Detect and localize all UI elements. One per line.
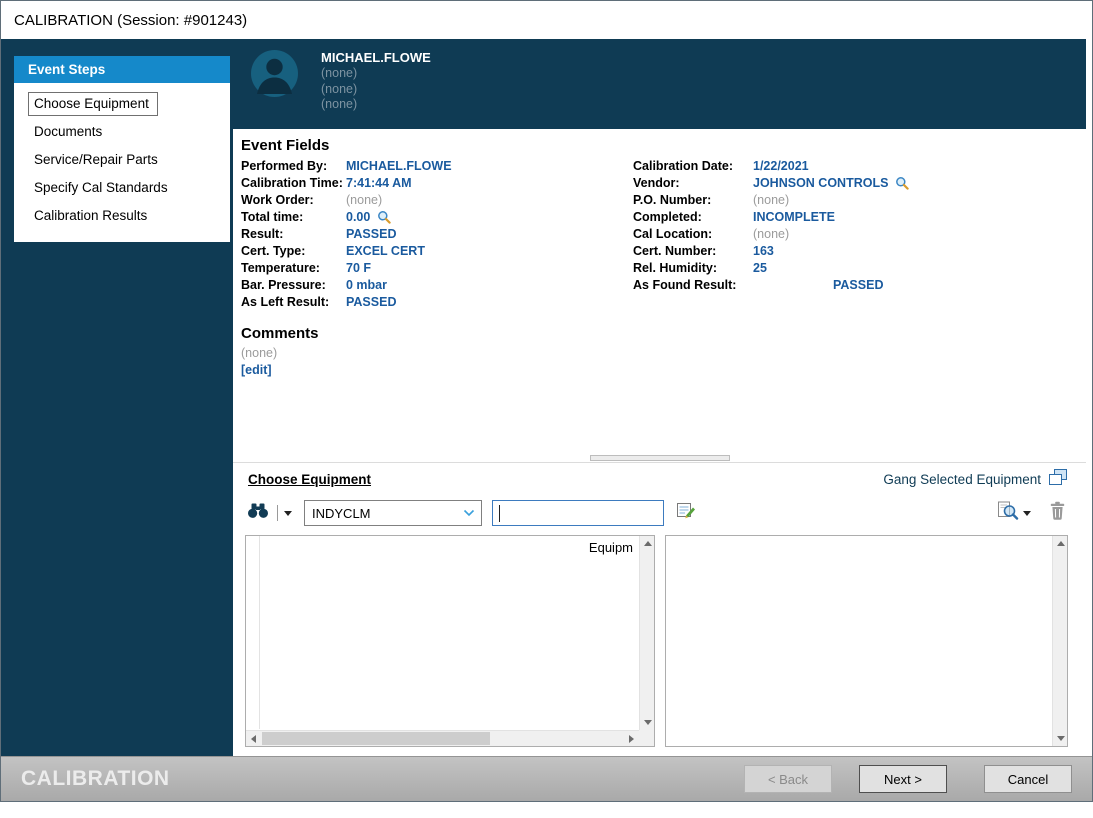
scroll-up-button[interactable] xyxy=(640,536,655,551)
left-list-horizontal-scrollbar[interactable] xyxy=(246,730,639,746)
field-total-time: Total time: 0.00 xyxy=(241,208,633,225)
field-rel-humidity: Rel. Humidity: 25 xyxy=(633,259,1086,276)
edit-form-icon xyxy=(676,501,696,525)
comments-edit-link[interactable]: [edit] xyxy=(241,362,272,378)
chevron-down-icon xyxy=(284,511,292,516)
comments-section: Comments (none) [edit] xyxy=(241,325,1086,379)
equipment-filter-combobox[interactable]: INDYCLM xyxy=(304,500,482,526)
event-steps-header: Event Steps xyxy=(14,56,230,83)
equipment-search-box xyxy=(492,500,664,526)
banner-user-name: MICHAEL.FLOWE xyxy=(321,50,431,66)
sidebar-item-service-repair-parts[interactable]: Service/Repair Parts xyxy=(17,146,227,174)
field-as-found-result: As Found Result: PASSED xyxy=(633,276,1086,293)
wizard-footer: CALIBRATION < Back Next > Cancel xyxy=(1,756,1092,801)
chevron-down-icon xyxy=(1023,511,1031,516)
choose-equipment-title: Choose Equipment xyxy=(248,472,371,487)
sidebar-item-specify-cal-standards[interactable]: Specify Cal Standards xyxy=(17,174,227,202)
banner-line-1: (none) xyxy=(321,66,431,82)
equipment-results-list[interactable]: Equipm xyxy=(245,535,655,747)
equipment-toolbar: INDYCLM xyxy=(245,499,1068,527)
document-magnifier-icon xyxy=(996,501,1019,525)
field-bar-pressure: Bar. Pressure: 0 mbar xyxy=(241,276,633,293)
field-cal-location: Cal Location: (none) xyxy=(633,225,1086,242)
field-performed-by: Performed By: MICHAEL.FLOWE xyxy=(241,157,633,174)
next-button[interactable]: Next > xyxy=(859,765,947,793)
sidebar-item-calibration-results[interactable]: Calibration Results xyxy=(17,202,227,230)
scrollbar-corner xyxy=(639,730,654,746)
find-button[interactable] xyxy=(245,500,271,526)
horizontal-scroll-thumb[interactable] xyxy=(262,732,490,745)
event-steps-list: Choose Equipment Documents Service/Repai… xyxy=(14,83,230,242)
field-as-left-result: As Left Result: PASSED xyxy=(241,293,633,310)
scroll-down-button[interactable] xyxy=(640,715,655,730)
gang-selected-equipment-button[interactable]: Gang Selected Equipment xyxy=(883,468,1068,490)
binoculars-icon xyxy=(247,502,269,524)
find-split-separator xyxy=(277,505,278,521)
field-cert-number: Cert. Number: 163 xyxy=(633,242,1086,259)
text-caret xyxy=(499,505,500,522)
back-button[interactable]: < Back xyxy=(744,765,832,793)
calibration-window: CALIBRATION (Session: #901243) Event Ste… xyxy=(0,0,1093,802)
cancel-button[interactable]: Cancel xyxy=(984,765,1072,793)
banner-line-2: (none) xyxy=(321,82,431,98)
gang-windows-icon xyxy=(1048,468,1068,490)
field-temperature: Temperature: 70 F xyxy=(241,259,633,276)
scroll-left-button[interactable] xyxy=(246,731,261,746)
field-calibration-date: Calibration Date: 1/22/2021 xyxy=(633,157,1086,174)
left-list-vertical-scrollbar[interactable] xyxy=(639,536,654,730)
column-divider xyxy=(259,536,260,729)
footer-brand: CALIBRATION xyxy=(21,767,744,791)
splitter-grip[interactable] xyxy=(590,455,730,461)
preview-equipment-button[interactable] xyxy=(994,499,1021,527)
field-calibration-time: Calibration Time: 7:41:44 AM xyxy=(241,174,633,191)
avatar xyxy=(250,49,299,103)
comments-title: Comments xyxy=(241,325,1086,342)
preview-dropdown-button[interactable] xyxy=(1021,509,1033,518)
field-work-order: Work Order: (none) xyxy=(241,191,633,208)
user-banner: MICHAEL.FLOWE (none) (none) (none) xyxy=(233,39,1086,129)
edit-list-button[interactable] xyxy=(674,499,698,527)
field-vendor: Vendor: JOHNSON CONTROLS xyxy=(633,174,1086,191)
total-time-lookup-icon[interactable] xyxy=(377,210,391,224)
window-title: CALIBRATION (Session: #901243) xyxy=(14,12,247,29)
field-result: Result: PASSED xyxy=(241,225,633,242)
title-bar: CALIBRATION (Session: #901243) xyxy=(1,1,1092,39)
combo-chevron-down-icon xyxy=(457,509,481,517)
horizontal-splitter[interactable] xyxy=(233,453,1086,463)
right-list-vertical-scrollbar[interactable] xyxy=(1052,536,1067,746)
event-fields-title: Event Fields xyxy=(241,137,1086,154)
scroll-up-button[interactable] xyxy=(1053,536,1068,551)
gang-label: Gang Selected Equipment xyxy=(883,472,1041,487)
equipment-search-input[interactable] xyxy=(493,501,663,525)
scroll-right-button[interactable] xyxy=(624,731,639,746)
vendor-lookup-icon[interactable] xyxy=(895,176,909,190)
delete-equipment-button[interactable] xyxy=(1047,499,1068,527)
equipment-column-header: Equipm xyxy=(589,540,633,555)
trash-icon xyxy=(1049,501,1066,525)
sidebar-item-documents[interactable]: Documents xyxy=(17,118,227,146)
find-dropdown-button[interactable] xyxy=(282,509,294,518)
choose-equipment-panel: Choose Equipment Gang Selected Equipment xyxy=(233,463,1086,756)
field-cert-type: Cert. Type: EXCEL CERT xyxy=(241,242,633,259)
filter-selected-value: INDYCLM xyxy=(305,506,457,521)
banner-line-3: (none) xyxy=(321,97,431,113)
comments-value: (none) xyxy=(241,345,1086,361)
selected-equipment-list[interactable] xyxy=(665,535,1068,747)
scroll-down-button[interactable] xyxy=(1053,731,1068,746)
field-po-number: P.O. Number: (none) xyxy=(633,191,1086,208)
event-fields-section: Event Fields Performed By: MICHAEL.FLOWE… xyxy=(233,129,1086,453)
event-steps-sidebar: Event Steps Choose Equipment Documents S… xyxy=(1,39,233,756)
sidebar-item-choose-equipment[interactable]: Choose Equipment xyxy=(17,90,227,118)
field-completed: Completed: INCOMPLETE xyxy=(633,208,1086,225)
